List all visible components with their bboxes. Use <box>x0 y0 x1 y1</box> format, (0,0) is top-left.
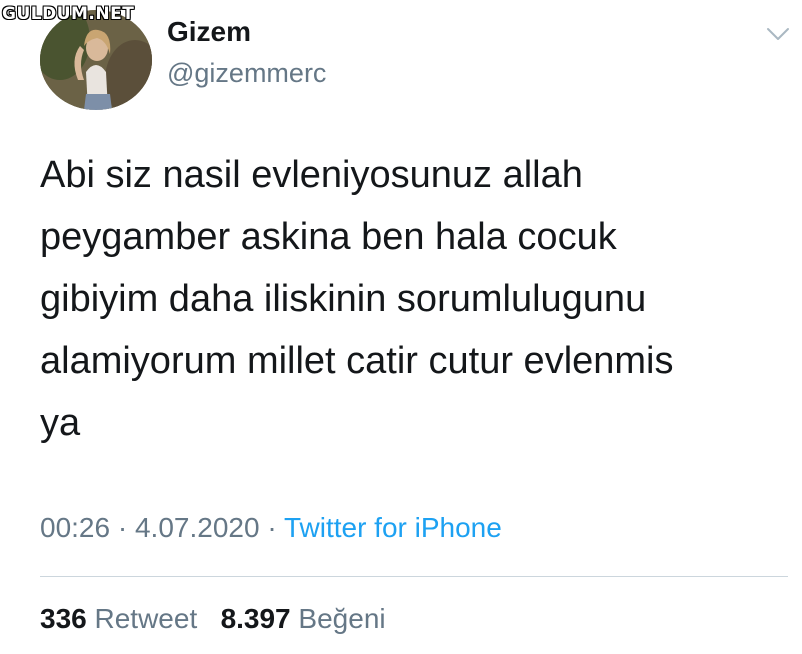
like-count-link[interactable]: 8.397 Beğeni <box>221 603 386 634</box>
tweet-line: peygamber askina ben hala cocuk <box>40 216 617 258</box>
tweet-line: alamiyorum millet catir cutur evlenmis <box>40 340 674 382</box>
meta-separator: · <box>117 512 128 543</box>
tweet-text: Abi siz nasil evleniyosunuz allah peygam… <box>40 144 780 454</box>
display-name[interactable]: Gizem <box>167 16 251 48</box>
chevron-down-icon[interactable] <box>766 24 790 44</box>
tweet-time[interactable]: 00:26 <box>40 512 110 543</box>
tweet-stats: 336 Retweet 8.397 Beğeni <box>40 603 386 635</box>
site-watermark: GULDUM.NET <box>2 4 135 24</box>
retweet-count: 336 <box>40 603 87 634</box>
tweet-line: ya <box>40 402 81 444</box>
user-handle[interactable]: @gizemmerc <box>167 58 326 89</box>
divider <box>40 576 788 577</box>
avatar[interactable] <box>40 10 152 110</box>
tweet-line: gibiyim daha iliskinin sorumlulugunu <box>40 278 647 320</box>
like-label: Beğeni <box>298 603 386 634</box>
tweet-date[interactable]: 4.07.2020 <box>135 512 260 543</box>
like-count: 8.397 <box>220 603 291 634</box>
tweet-line: Abi siz nasil evleniyosunuz allah <box>40 154 583 196</box>
profile-photo-icon <box>40 10 152 110</box>
meta-separator: · <box>267 512 277 543</box>
retweet-count-link[interactable]: 336 Retweet <box>40 603 205 634</box>
tweet-source-link[interactable]: Twitter for iPhone <box>284 512 502 543</box>
retweet-label: Retweet <box>94 603 198 634</box>
tweet-meta: 00:26 · 4.07.2020 · Twitter for iPhone <box>40 512 502 544</box>
